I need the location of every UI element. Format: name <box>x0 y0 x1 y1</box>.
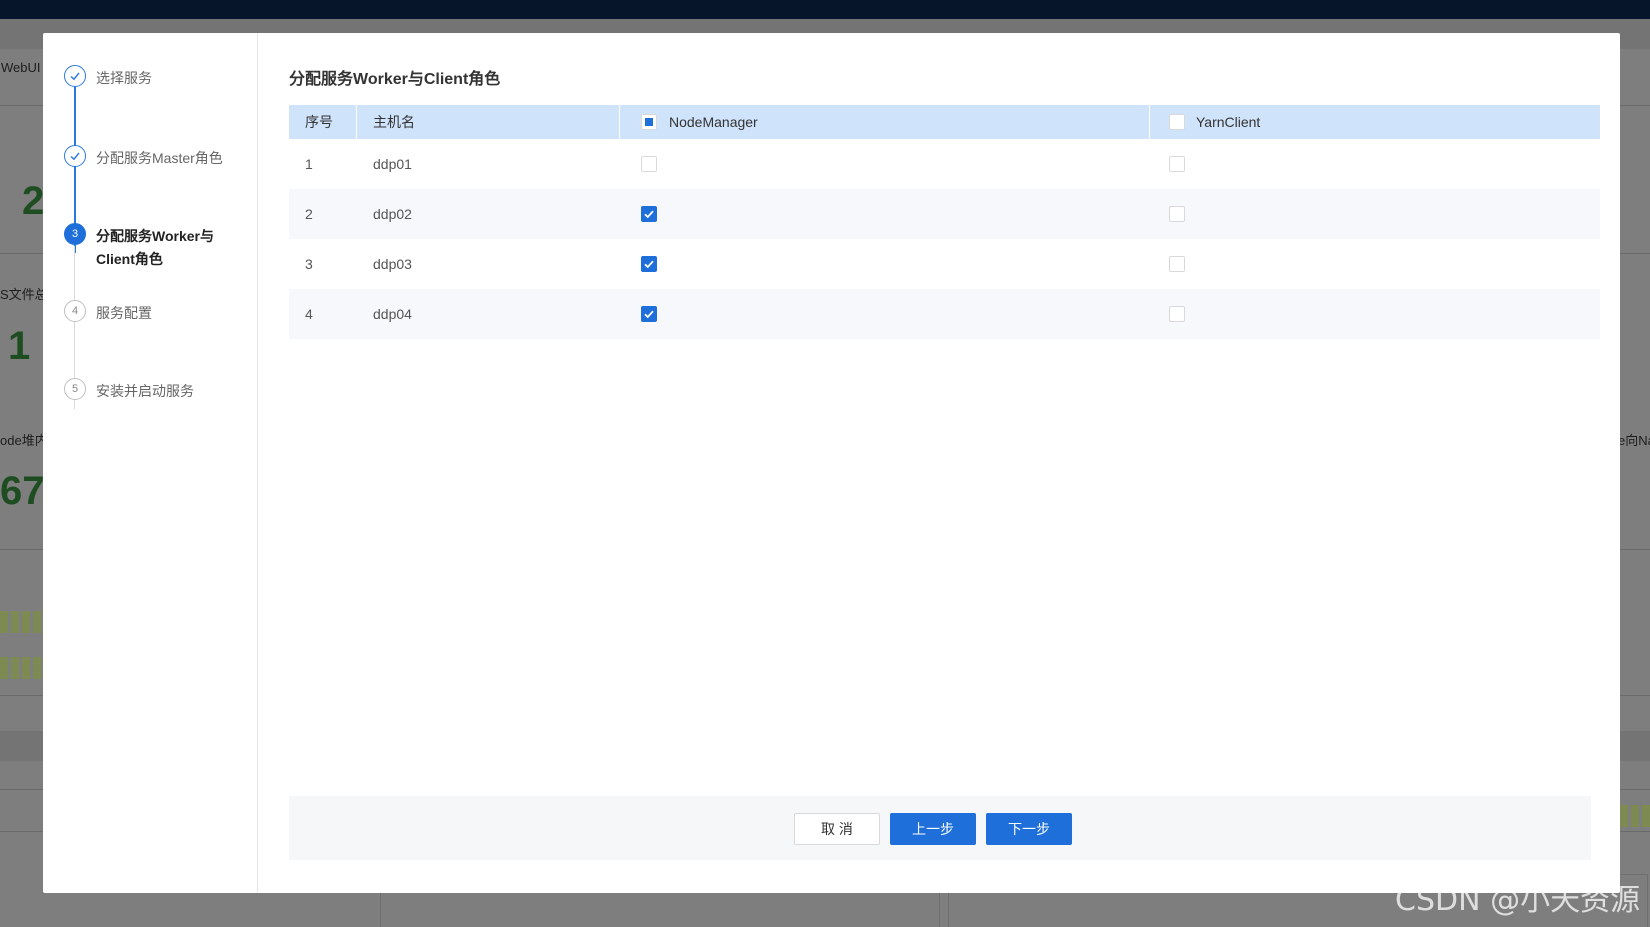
row-host: ddp01 <box>373 156 412 172</box>
column-header-yarnclient: YarnClient <box>1196 114 1261 130</box>
check-icon <box>64 65 86 87</box>
background-metric: 67 <box>0 469 45 513</box>
nodemanager-checkbox[interactable] <box>641 306 657 322</box>
previous-step-button[interactable]: 上一步 <box>890 813 976 845</box>
select-all-nodemanager-checkbox[interactable] <box>641 114 657 130</box>
next-step-button[interactable]: 下一步 <box>986 813 1072 845</box>
table-header: 序号 主机名 NodeManager YarnClient <box>289 105 1600 139</box>
checkmark-icon <box>644 210 654 219</box>
wizard-dialog: 选择服务 分配服务Master角色 3 分配服务Worker与Client角色 … <box>43 33 1620 893</box>
column-divider <box>356 105 357 139</box>
checkmark-icon <box>644 310 654 319</box>
wizard-content: 分配服务Worker与Client角色 序号 主机名 NodeManager Y… <box>289 33 1620 893</box>
background-bar-chart <box>0 611 44 633</box>
table-row: 3 ddp03 <box>289 239 1600 289</box>
nodemanager-checkbox[interactable] <box>641 256 657 272</box>
row-index: 2 <box>305 206 313 222</box>
nodemanager-checkbox[interactable] <box>641 156 657 172</box>
step-number: 4 <box>64 300 86 322</box>
watermark: CSDN @小天资源 <box>1395 883 1641 918</box>
step-label: 安装并启动服务 <box>96 383 194 399</box>
row-host: ddp02 <box>373 206 412 222</box>
yarnclient-checkbox[interactable] <box>1169 156 1185 172</box>
table-row: 4 ddp04 <box>289 289 1600 339</box>
yarnclient-checkbox[interactable] <box>1169 206 1185 222</box>
step-label: 选择服务 <box>96 70 152 86</box>
column-header-host: 主机名 <box>373 114 415 130</box>
step-label: 分配服务Worker与Client角色 <box>96 228 214 267</box>
table-row: 1 ddp01 <box>289 139 1600 189</box>
step-number: 5 <box>64 378 86 400</box>
column-divider <box>1149 105 1150 139</box>
yarnclient-checkbox[interactable] <box>1169 306 1185 322</box>
yarnclient-checkbox[interactable] <box>1169 256 1185 272</box>
step-label: 服务配置 <box>96 305 152 321</box>
cancel-button[interactable]: 取 消 <box>794 813 880 845</box>
background-metric: 2 <box>22 179 45 223</box>
select-all-yarnclient-checkbox[interactable] <box>1169 114 1185 130</box>
wizard-footer: 取 消 上一步 下一步 <box>289 796 1591 860</box>
page-title: 分配服务Worker与Client角色 <box>289 71 501 88</box>
row-index: 1 <box>305 156 313 172</box>
background-label: e向Na <box>1618 433 1650 448</box>
background-bar-chart <box>0 657 44 679</box>
step-number: 3 <box>64 223 86 245</box>
checkmark-icon <box>644 260 654 269</box>
wizard-steps: 选择服务 分配服务Master角色 3 分配服务Worker与Client角色 … <box>43 33 258 893</box>
row-index: 3 <box>305 256 313 272</box>
nodemanager-checkbox[interactable] <box>641 206 657 222</box>
background-metric: 1 <box>8 324 31 368</box>
check-icon <box>64 145 86 167</box>
row-host: ddp03 <box>373 256 412 272</box>
column-divider <box>619 105 620 139</box>
background-bar-chart <box>1620 805 1650 827</box>
column-header-index: 序号 <box>305 114 333 130</box>
background-label: S文件总 <box>0 287 48 302</box>
top-navigation-bar <box>0 0 1650 19</box>
column-header-nodemanager: NodeManager <box>669 114 758 130</box>
row-host: ddp04 <box>373 306 412 322</box>
table-row: 2 ddp02 <box>289 189 1600 239</box>
step-label: 分配服务Master角色 <box>96 150 223 166</box>
background-label: WebUI <box>1 60 41 75</box>
role-assignment-table: 序号 主机名 NodeManager YarnClient 1 ddp01 2 … <box>289 105 1600 339</box>
row-index: 4 <box>305 306 313 322</box>
background-label: ode堆内 <box>0 433 48 448</box>
